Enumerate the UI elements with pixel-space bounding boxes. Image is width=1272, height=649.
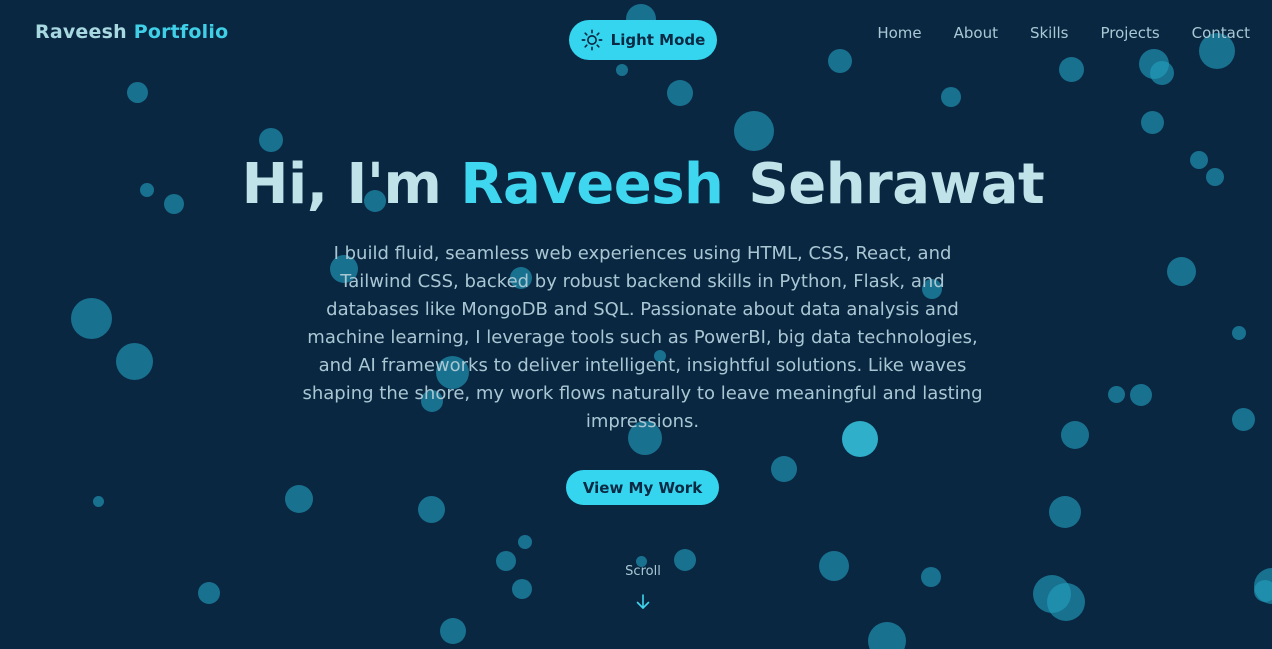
bubble [518, 535, 532, 549]
bubble [616, 64, 628, 76]
bubble [418, 496, 445, 523]
bubble [512, 579, 532, 599]
hero-surname: Sehrawat [748, 152, 1045, 217]
bubble [1047, 583, 1085, 621]
bubble [285, 485, 313, 513]
bubble [921, 567, 941, 587]
bubble [734, 111, 774, 151]
view-my-work-button[interactable]: View My Work [566, 470, 719, 505]
bubble [1254, 568, 1272, 604]
bubble [828, 49, 852, 73]
page: Raveesh Portfolio Light Mode Home About … [0, 0, 1272, 649]
brand-name: Raveesh [35, 21, 127, 43]
nav-skills[interactable]: Skills [1030, 24, 1069, 42]
nav-home[interactable]: Home [877, 24, 921, 42]
bubble [1049, 496, 1081, 528]
bubble [1232, 408, 1255, 431]
bubble [1130, 384, 1152, 406]
main-nav: Home About Skills Projects Contact [877, 24, 1250, 42]
bubble [1150, 61, 1174, 85]
bubble [771, 456, 797, 482]
theme-toggle-button[interactable]: Light Mode [569, 20, 717, 60]
bubble [71, 298, 112, 339]
theme-toggle-label: Light Mode [610, 31, 706, 49]
nav-contact[interactable]: Contact [1192, 24, 1250, 42]
bubble [941, 87, 961, 107]
bubble [496, 551, 516, 571]
hero-title: Hi, I'm Raveesh Sehrawat [0, 152, 1272, 217]
bubble [440, 618, 466, 644]
bubble [868, 622, 906, 649]
bubble [1167, 257, 1196, 286]
bubble [127, 82, 148, 103]
bubble [198, 582, 220, 604]
bubble [1254, 580, 1272, 602]
bubble [1139, 49, 1169, 79]
hero-description: I build fluid, seamless web experiences … [302, 243, 983, 432]
bubble [1061, 421, 1089, 449]
nav-about[interactable]: About [954, 24, 998, 42]
bubble [116, 343, 153, 380]
bubble [819, 551, 849, 581]
bubble [259, 128, 283, 152]
site-brand[interactable]: Raveesh Portfolio [35, 21, 228, 43]
hero-greeting: Hi, I'm [241, 152, 442, 217]
sun-icon [581, 29, 603, 51]
bubble [1108, 386, 1125, 403]
brand-suffix: Portfolio [133, 21, 229, 43]
bubble [1232, 326, 1246, 340]
bubble [667, 80, 693, 106]
hero-name: Raveesh [460, 152, 724, 217]
nav-projects[interactable]: Projects [1101, 24, 1160, 42]
bubble [93, 496, 104, 507]
bubble [1033, 575, 1071, 613]
scroll-label[interactable]: Scroll [600, 564, 686, 579]
arrow-down-icon[interactable] [634, 592, 652, 612]
bubble [1059, 57, 1084, 82]
bubble [1141, 111, 1164, 134]
